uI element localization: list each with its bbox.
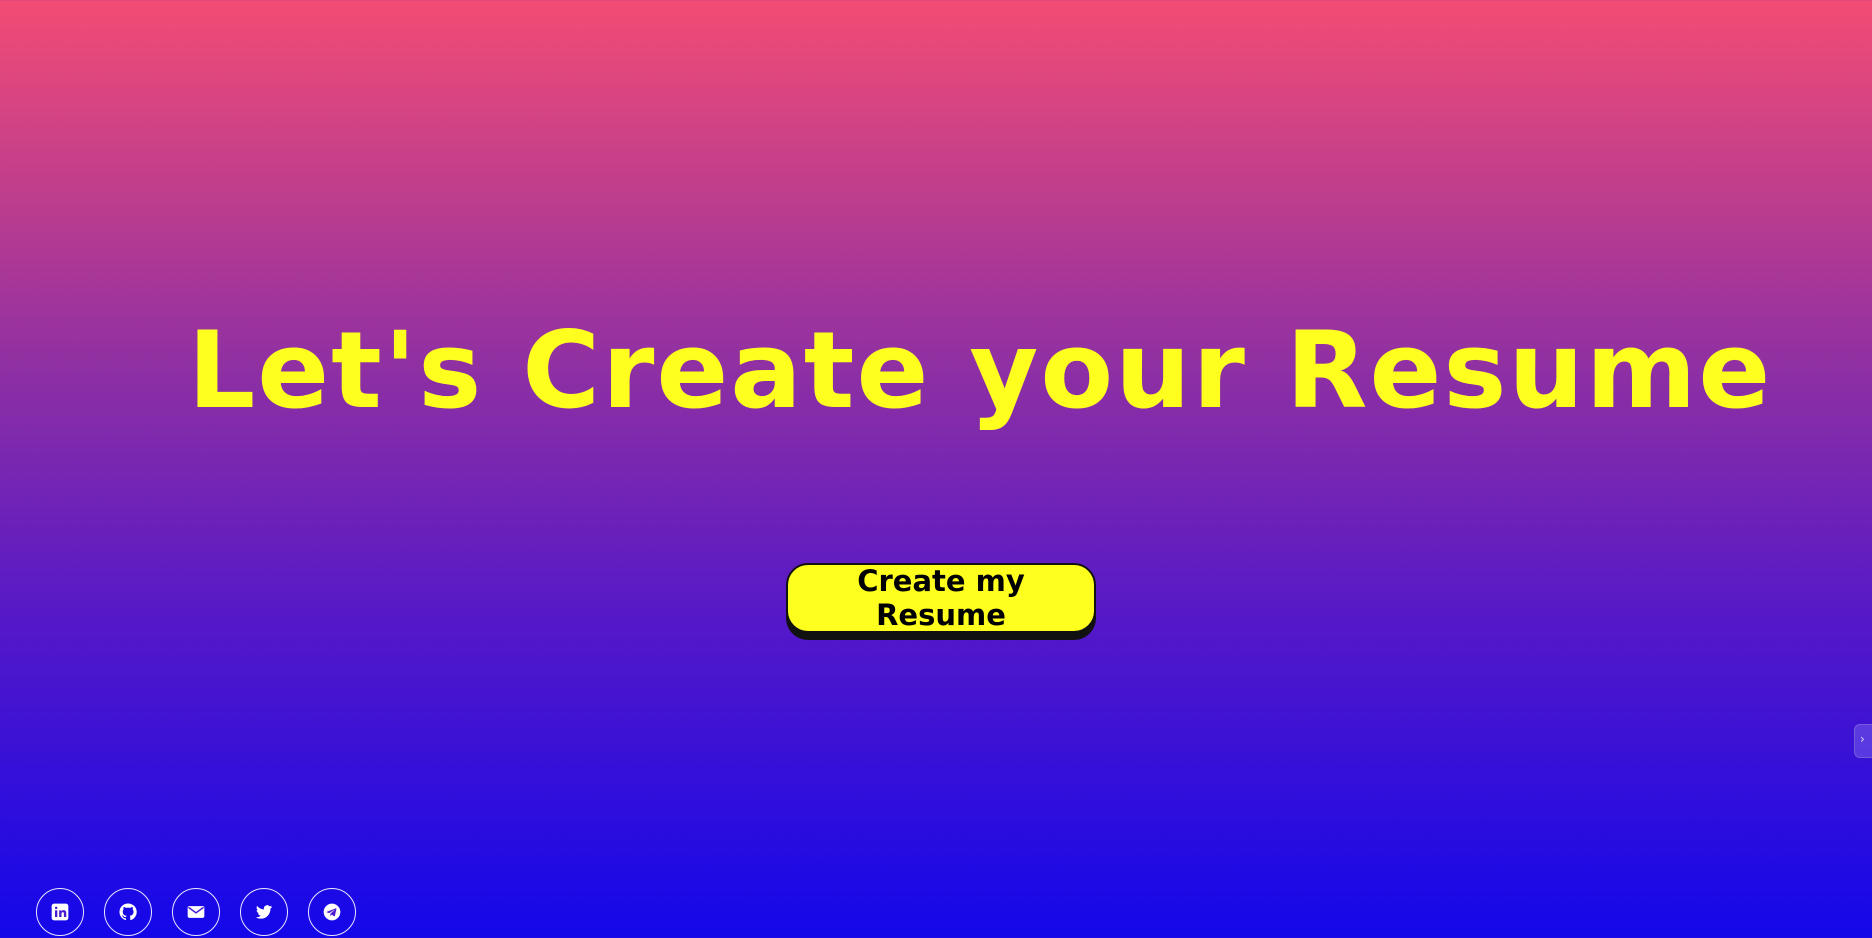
github-icon bbox=[119, 903, 137, 921]
linkedin-icon bbox=[51, 903, 69, 921]
twitter-icon bbox=[255, 905, 273, 919]
chevron-icon: › bbox=[1860, 732, 1865, 746]
side-panel-toggle[interactable]: › bbox=[1854, 724, 1872, 758]
linkedin-link[interactable] bbox=[36, 888, 84, 936]
page-title: Let's Create your Resume bbox=[187, 309, 1773, 432]
twitter-link[interactable] bbox=[240, 888, 288, 936]
telegram-link[interactable] bbox=[308, 888, 356, 936]
social-links bbox=[36, 888, 356, 936]
create-resume-button[interactable]: Create my Resume bbox=[786, 563, 1096, 633]
email-link[interactable] bbox=[172, 888, 220, 936]
telegram-icon bbox=[323, 903, 341, 921]
github-link[interactable] bbox=[104, 888, 152, 936]
mail-icon bbox=[187, 906, 205, 918]
